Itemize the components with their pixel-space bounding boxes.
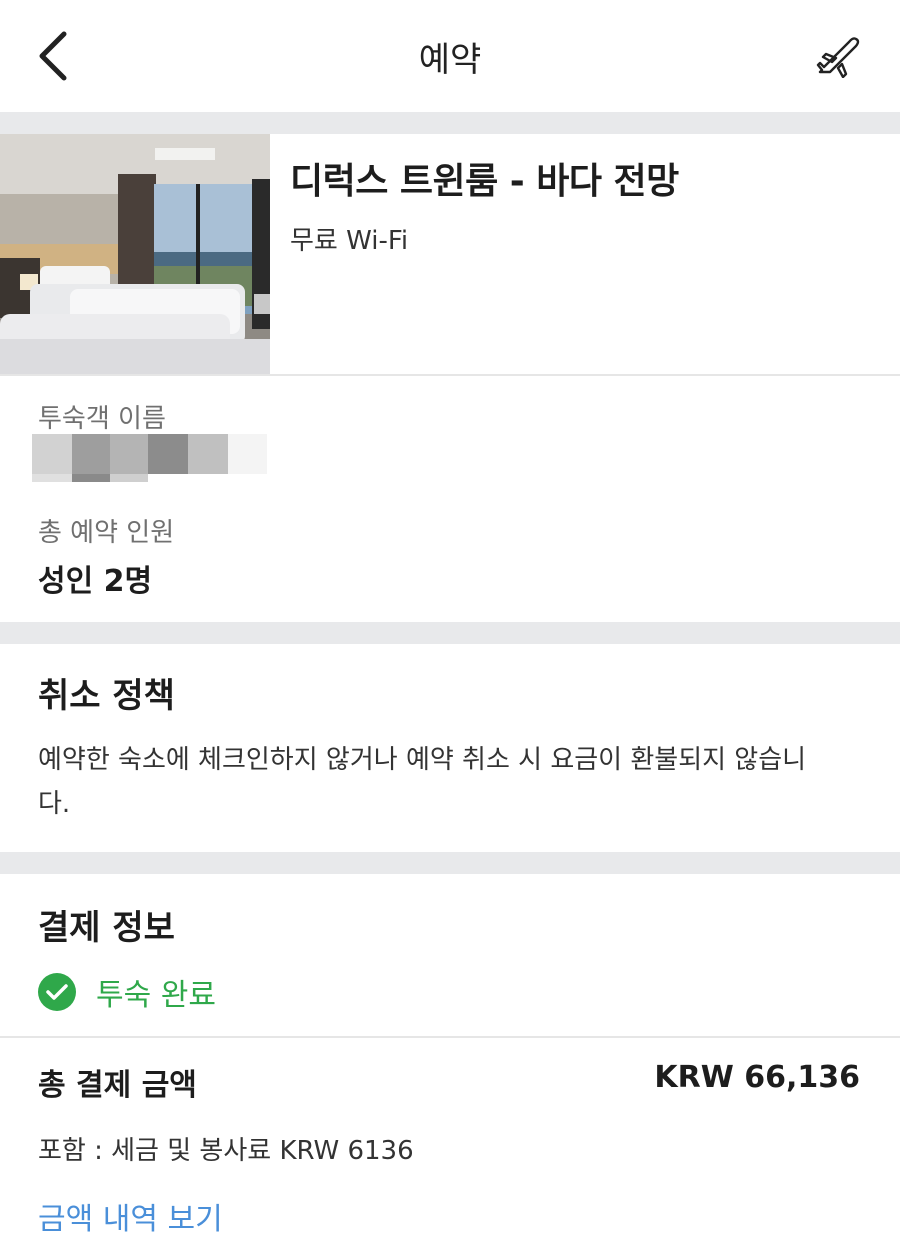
room-name: 디럭스 트윈룸 - 바다 전망: [290, 161, 679, 202]
total-payment-label: 총 결제 금액: [38, 1068, 197, 1103]
section-divider: [0, 622, 900, 644]
tax-note: 포함 : 세금 및 봉사료 KRW 6136: [38, 1136, 414, 1166]
section-divider: [0, 852, 900, 874]
room-summary[interactable]: 디럭스 트윈룸 - 바다 전망 무료 Wi-Fi: [0, 134, 900, 374]
guest-count-label: 총 예약 인원: [38, 518, 175, 548]
divider: [0, 1036, 900, 1038]
payment-title: 결제 정보: [38, 908, 175, 948]
guest-name-label: 투숙객 이름: [38, 404, 166, 434]
page-title: 예약: [418, 40, 482, 80]
header: 예약: [0, 0, 900, 112]
section-divider: [0, 112, 900, 134]
stay-status: 투숙 완료: [38, 970, 216, 1014]
divider: [0, 374, 900, 376]
room-photo[interactable]: [0, 134, 270, 374]
room-amenity: 무료 Wi-Fi: [290, 226, 409, 256]
guest-count-value: 성인 2명: [38, 564, 153, 599]
status-badge: 투숙 완료: [96, 978, 216, 1013]
airplane-icon: [816, 37, 860, 79]
cancellation-title: 취소 정책: [38, 676, 175, 716]
view-price-details-link[interactable]: 금액 내역 보기: [38, 1194, 223, 1238]
check-circle-icon: [38, 973, 76, 1011]
flight-button[interactable]: [816, 36, 862, 79]
guest-name-redacted: [32, 434, 267, 482]
cancellation-text: 예약한 숙소에 체크인하지 않거나 예약 취소 시 요금이 환불되지 않습니다.: [38, 745, 807, 819]
total-payment-amount: KRW 66,136: [654, 1060, 860, 1095]
